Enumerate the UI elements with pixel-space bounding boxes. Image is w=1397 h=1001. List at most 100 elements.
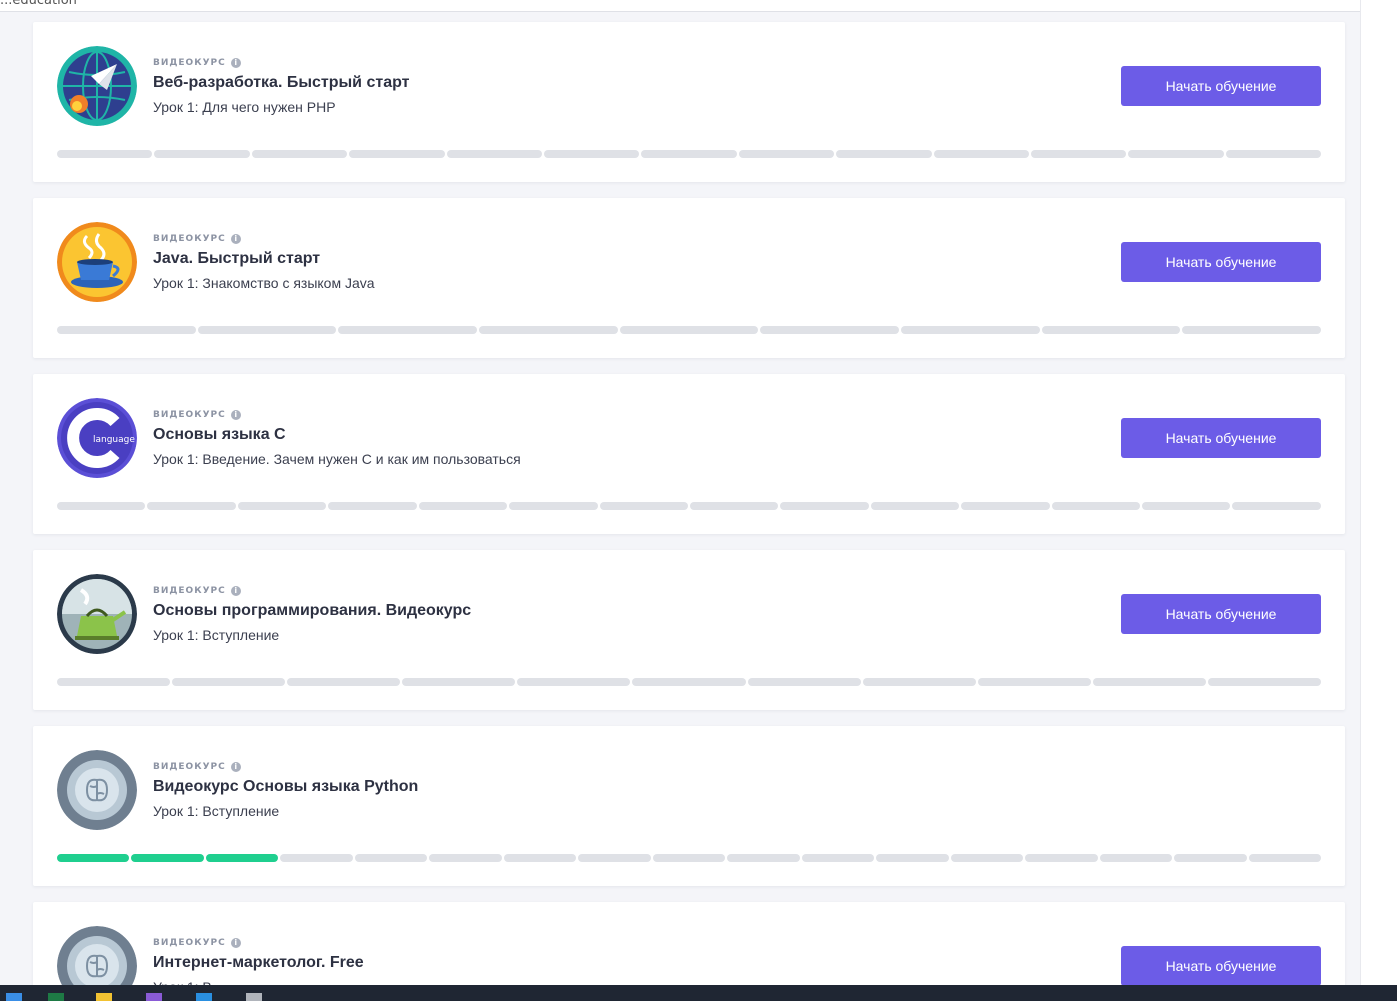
course-type-badge: видеокурс i — [153, 937, 241, 949]
start-learning-button[interactable]: Начать обучение — [1121, 66, 1321, 106]
progress-segment — [418, 502, 508, 510]
progress-segment — [446, 150, 542, 158]
course-title[interactable]: Видеокурс Основы языка Python — [153, 778, 418, 796]
progress-segment — [1182, 326, 1322, 334]
badge-label: видеокурс — [153, 938, 226, 948]
progress-segment — [738, 150, 835, 158]
current-lesson: Урок 1: Введение. Зачем нужен C и как им… — [153, 451, 521, 467]
rocket-globe-icon — [57, 46, 137, 126]
progress-segment — [197, 326, 337, 334]
progress-segment — [801, 854, 875, 862]
start-learning-button[interactable]: Начать обучение — [1121, 418, 1321, 458]
logo-text: language — [93, 435, 135, 445]
course-progress — [57, 326, 1322, 334]
app-icon[interactable] — [246, 993, 262, 1001]
progress-segment — [57, 678, 171, 686]
progress-segment — [1030, 150, 1127, 158]
progress-segment — [933, 150, 1029, 158]
progress-segment — [338, 326, 478, 334]
course-title[interactable]: Основы программирования. Видеокурс — [153, 602, 471, 620]
badge-label: видеокурс — [153, 410, 226, 420]
progress-segment — [747, 678, 861, 686]
course-title[interactable]: Java. Быстрый старт — [153, 250, 320, 268]
current-lesson: Урок 1: Для чего нужен PHP — [153, 99, 336, 115]
progress-segment — [479, 326, 618, 334]
progress-segment — [1025, 854, 1098, 862]
progress-segment — [870, 502, 960, 510]
course-progress — [57, 502, 1321, 510]
course-card: видеокурс i Java. Быстрый старт Урок 1: … — [33, 198, 1345, 358]
brain-icon — [57, 926, 137, 992]
current-lesson: Урок 1: Вступление — [153, 803, 280, 819]
info-icon[interactable]: i — [230, 762, 241, 772]
windows-start-icon[interactable] — [6, 993, 22, 1001]
progress-segment — [154, 150, 250, 158]
progress-segment — [147, 502, 236, 510]
course-title[interactable]: Основы языка C — [153, 426, 286, 444]
file-explorer-icon[interactable] — [96, 993, 112, 1001]
badge-label: видеокурс — [153, 762, 226, 772]
progress-segment — [961, 502, 1050, 510]
progress-segment — [237, 502, 327, 510]
info-icon[interactable]: i — [230, 234, 241, 244]
progress-segment — [57, 854, 130, 862]
progress-segment — [57, 502, 146, 510]
info-icon[interactable]: i — [230, 938, 241, 948]
progress-segment — [1174, 854, 1247, 862]
progress-segment — [1099, 854, 1173, 862]
start-learning-button[interactable]: Начать обучение — [1121, 242, 1321, 282]
progress-segment — [836, 150, 932, 158]
progress-segment — [652, 854, 726, 862]
browser-top-strip: ...education — [0, 0, 1360, 12]
windows-taskbar — [0, 985, 1397, 1001]
progress-segment — [1207, 678, 1322, 686]
course-progress — [57, 150, 1322, 158]
progress-segment — [172, 678, 286, 686]
start-learning-button[interactable]: Начать обучение — [1121, 594, 1321, 634]
progress-segment — [503, 854, 577, 862]
progress-segment — [1128, 150, 1224, 158]
header-text: ...education — [0, 0, 77, 8]
course-type-badge: видеокурс i — [153, 233, 241, 245]
progress-segment — [1225, 150, 1322, 158]
course-card: видеокурс i Веб-разработка. Быстрый стар… — [33, 22, 1345, 182]
course-title[interactable]: Веб-разработка. Быстрый старт — [153, 74, 409, 92]
progress-segment — [402, 678, 516, 686]
page-scrollbar[interactable] — [1360, 0, 1397, 985]
progress-segment — [1248, 854, 1321, 862]
course-title[interactable]: Интернет-маркетолог. Free — [153, 954, 364, 972]
start-learning-button[interactable]: Начать обучение — [1121, 946, 1321, 986]
progress-segment — [280, 854, 353, 862]
badge-label: видеокурс — [153, 586, 226, 596]
progress-segment — [689, 502, 779, 510]
info-icon[interactable]: i — [230, 410, 241, 420]
info-icon[interactable]: i — [230, 58, 241, 68]
progress-segment — [509, 502, 598, 510]
progress-segment — [349, 150, 445, 158]
visual-studio-icon[interactable] — [146, 993, 162, 1001]
badge-label: видеокурс — [153, 234, 226, 244]
course-card: видеокурс i Видеокурс Основы языка Pytho… — [33, 726, 1345, 886]
brain-icon — [57, 750, 137, 830]
current-lesson: Урок 1: Вступление — [153, 627, 280, 643]
excel-icon[interactable] — [48, 993, 64, 1001]
progress-segment — [977, 678, 1091, 686]
progress-segment — [619, 326, 759, 334]
course-type-badge: видеокурс i — [153, 585, 241, 597]
course-type-badge: видеокурс i — [153, 57, 241, 69]
progress-segment — [1051, 502, 1141, 510]
badge-label: видеокурс — [153, 58, 226, 68]
progress-segment — [780, 502, 869, 510]
course-progress — [57, 678, 1322, 686]
progress-segment — [1232, 502, 1321, 510]
course-type-badge: видеокурс i — [153, 409, 241, 421]
vscode-icon[interactable] — [196, 993, 212, 1001]
course-card: видеокурс i Интернет-маркетолог. Free Ур… — [33, 902, 1345, 992]
progress-segment — [862, 678, 976, 686]
course-card: видеокурс i Основы программирования. Вид… — [33, 550, 1345, 710]
progress-segment — [1092, 678, 1206, 686]
progress-segment — [543, 150, 640, 158]
progress-segment — [131, 854, 204, 862]
progress-segment — [205, 854, 279, 862]
info-icon[interactable]: i — [230, 586, 241, 596]
